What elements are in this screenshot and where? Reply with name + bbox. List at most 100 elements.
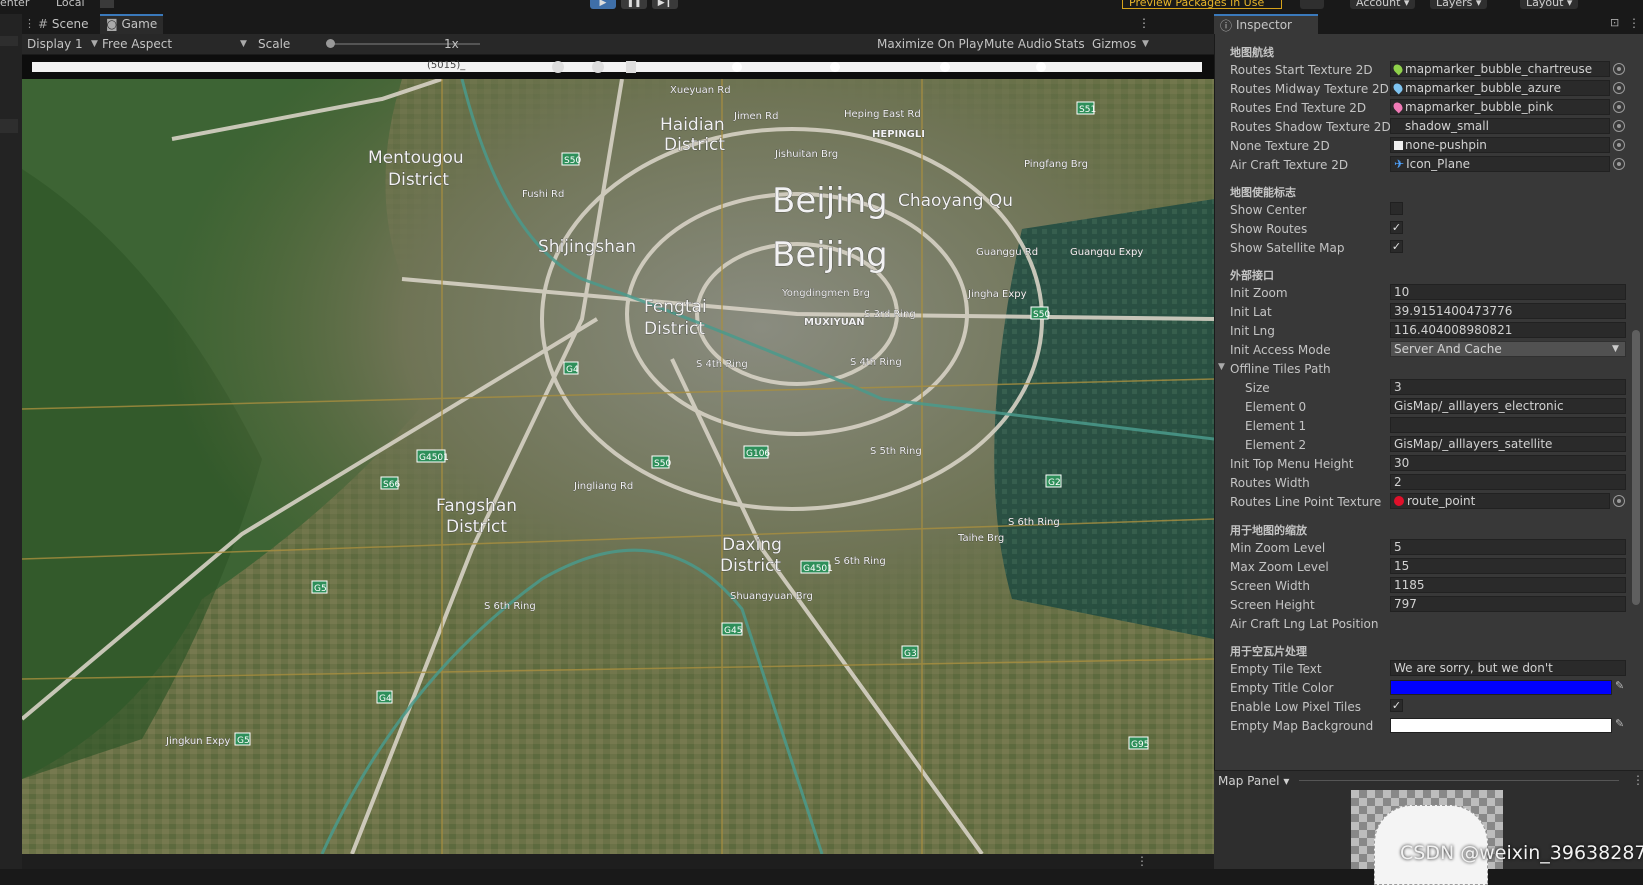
menu-icon[interactable] <box>626 61 636 73</box>
account-dropdown[interactable]: Account ▾ <box>1350 0 1416 9</box>
screen-height-input[interactable]: 797 <box>1390 596 1626 612</box>
aircraft-texture-field[interactable]: ✈ Icon_Plane <box>1390 156 1610 172</box>
left-panel-item[interactable] <box>0 119 18 133</box>
object-picker-icon[interactable] <box>1613 495 1625 507</box>
tab-inspector[interactable]: ⓘ Inspector <box>1214 14 1318 34</box>
show-center-checkbox[interactable] <box>1390 202 1403 215</box>
inspector-menu-icon[interactable]: ⋮ <box>1628 16 1640 30</box>
tab-scene[interactable]: # Scene <box>32 14 94 34</box>
texture-pin-icon <box>1391 81 1405 95</box>
offline-tiles-path-foldout[interactable]: Offline Tiles Path <box>1230 362 1331 376</box>
map-panel-dropdown[interactable]: Map Panel ▾ <box>1218 774 1289 788</box>
tab-game[interactable]: ◙ Game <box>100 14 164 34</box>
map-canvas[interactable]: Beijing Beijing Haidian District Mentoug… <box>22 79 1214 854</box>
gizmos-chevron-icon[interactable]: ▼ <box>1142 34 1149 54</box>
snap-icon[interactable] <box>100 0 114 8</box>
collab-icon[interactable] <box>1300 0 1324 9</box>
routes-end-texture-field[interactable]: mapmarker_bubble_pink <box>1390 99 1610 115</box>
element-0-input[interactable]: GisMap/_alllayers_electronic <box>1390 398 1626 414</box>
gamepad-icon: ◙ <box>106 17 118 31</box>
menu-icon[interactable] <box>552 61 564 73</box>
init-lng-input[interactable]: 116.404008980821 <box>1390 322 1626 338</box>
menu-icon[interactable] <box>592 61 604 73</box>
display-dropdown[interactable]: Display 1 ▼ <box>27 34 99 54</box>
radio-icon[interactable] <box>940 62 950 72</box>
gizmos-toggle[interactable]: Gizmos <box>1092 34 1136 54</box>
show-routes-checkbox[interactable]: ✓ <box>1390 221 1403 234</box>
routes-shadow-texture-field[interactable]: shadow_small <box>1390 118 1610 134</box>
lock-icon[interactable]: ⊡ <box>1610 16 1619 29</box>
screen-width-input[interactable]: 1185 <box>1390 577 1626 593</box>
empty-title-color-swatch[interactable] <box>1390 680 1612 695</box>
map-label-city: Beijing <box>772 181 888 221</box>
routes-line-point-field[interactable]: route_point <box>1390 493 1610 509</box>
foldout-arrow-icon[interactable]: ▼ <box>1218 362 1225 372</box>
left-panel-item[interactable] <box>0 36 18 46</box>
eyedropper-icon[interactable]: ✎ <box>1615 679 1624 692</box>
max-zoom-input[interactable]: 15 <box>1390 558 1626 574</box>
routes-width-input[interactable]: 2 <box>1390 474 1626 490</box>
maximize-on-play-toggle[interactable]: Maximize On Play <box>877 34 984 54</box>
init-top-menu-height-input[interactable]: 30 <box>1390 455 1626 471</box>
init-zoom-input[interactable]: 10 <box>1390 284 1626 300</box>
enable-low-pixel-checkbox[interactable]: ✓ <box>1390 699 1403 712</box>
inspector-tab-bar <box>1318 14 1643 34</box>
routes-mid-texture-field[interactable]: mapmarker_bubble_azure <box>1390 80 1610 96</box>
preview-header: Map Panel ▾ ⋮ <box>1214 770 1643 791</box>
pause-button[interactable]: ❚❚ <box>621 0 647 9</box>
element-2-input[interactable]: GisMap/_alllayers_satellite <box>1390 436 1626 452</box>
road-label: S 5th Ring <box>870 446 922 457</box>
route-shield-text: G5 <box>237 736 250 746</box>
preview-packages-badge[interactable]: Preview Packages in Use <box>1122 0 1282 9</box>
preview-menu-icon[interactable]: ⋮ <box>1632 773 1643 787</box>
status-menu-icon[interactable]: ⋮ <box>1136 854 1148 868</box>
game-panel-menu-icon[interactable]: ⋮ <box>1138 16 1150 30</box>
route-shield-text: G2 <box>1048 478 1061 488</box>
road-label: Xueyuan Rd <box>670 85 731 96</box>
play-button[interactable]: ▶ <box>590 0 616 9</box>
radio-icon[interactable] <box>732 62 742 72</box>
show-satellite-checkbox[interactable]: ✓ <box>1390 240 1403 253</box>
object-picker-icon[interactable] <box>1613 158 1625 170</box>
init-access-mode-dropdown[interactable]: Server And Cache ▼ <box>1390 341 1626 357</box>
map-label-district: District <box>388 170 449 190</box>
size-input[interactable]: 3 <box>1390 379 1626 395</box>
min-zoom-label: Min Zoom Level <box>1230 541 1326 555</box>
init-lat-input[interactable]: 39.9151400473776 <box>1390 303 1626 319</box>
route-shield-text: G106 <box>746 449 770 459</box>
routes-start-texture-field[interactable]: mapmarker_bubble_chartreuse <box>1390 61 1610 77</box>
min-zoom-input[interactable]: 5 <box>1390 539 1626 555</box>
inspector-scrollbar[interactable] <box>1632 330 1640 605</box>
empty-map-bg-swatch[interactable] <box>1390 718 1612 733</box>
road-label: Shuangyuan Brg <box>730 591 813 602</box>
mute-audio-toggle[interactable]: Mute Audio <box>984 34 1052 54</box>
pivot-local-toggle[interactable]: Local <box>56 0 85 9</box>
routes-start-texture-label: Routes Start Texture 2D <box>1230 63 1373 77</box>
pivot-center-toggle[interactable]: enter <box>0 0 29 9</box>
element-1-input[interactable] <box>1390 417 1626 433</box>
scale-slider-handle[interactable] <box>326 39 335 48</box>
aircraft-position-label: Air Craft Lng Lat Position <box>1230 617 1379 631</box>
object-picker-icon[interactable] <box>1613 82 1625 94</box>
empty-tile-text-input[interactable]: We are sorry, but we don't <box>1390 660 1626 676</box>
object-picker-icon[interactable] <box>1613 139 1625 151</box>
aircraft-texture-label: Air Craft Texture 2D <box>1230 158 1349 172</box>
layers-dropdown[interactable]: Layers ▾ <box>1430 0 1488 9</box>
radio-icon[interactable] <box>830 62 840 72</box>
tab-game-label: Game <box>121 17 158 31</box>
satellite-map[interactable]: Beijing Beijing Haidian District Mentoug… <box>22 79 1214 854</box>
eyedropper-icon[interactable]: ✎ <box>1615 717 1624 730</box>
radio-icon[interactable] <box>1036 62 1046 72</box>
layout-dropdown[interactable]: Layout ▾ <box>1520 0 1579 9</box>
size-label: Size <box>1245 381 1270 395</box>
empty-map-bg-label: Empty Map Background <box>1230 719 1374 733</box>
road-label: Pingfang Brg <box>1024 159 1088 170</box>
step-button[interactable]: ▶❙ <box>652 0 678 9</box>
map-label-district: District <box>644 319 705 339</box>
object-picker-icon[interactable] <box>1613 120 1625 132</box>
none-texture-field[interactable]: none-pushpin <box>1390 137 1610 153</box>
object-picker-icon[interactable] <box>1613 63 1625 75</box>
aspect-dropdown[interactable]: Free Aspect ▼ <box>102 34 250 54</box>
stats-toggle[interactable]: Stats <box>1054 34 1085 54</box>
object-picker-icon[interactable] <box>1613 101 1625 113</box>
